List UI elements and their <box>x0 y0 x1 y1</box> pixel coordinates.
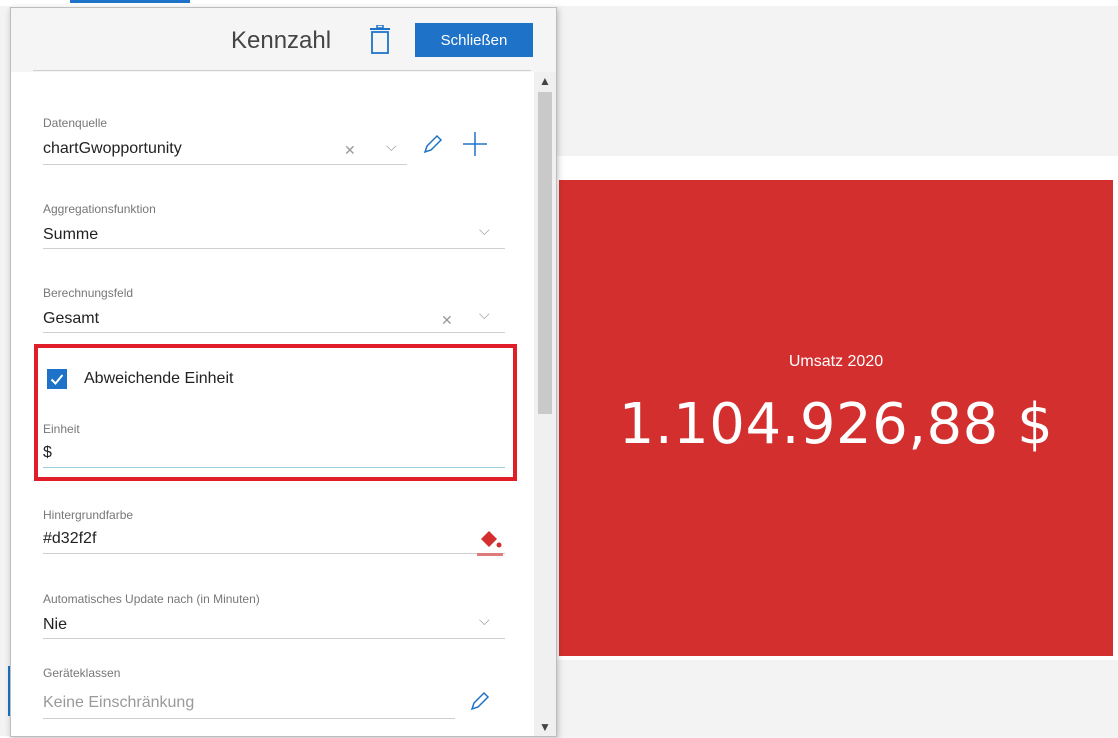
chevron-down-icon[interactable]: ⌵ <box>479 306 490 323</box>
color-swatch-line <box>477 553 503 556</box>
chevron-down-icon[interactable]: ⌵ <box>479 222 490 239</box>
background-area <box>556 660 1118 738</box>
clear-icon[interactable]: ✕ <box>344 142 356 159</box>
hintergrund-value[interactable]: #d32f2f <box>43 530 96 548</box>
aggregation-field[interactable]: Aggregationsfunktion Summe ⌵ <box>43 202 505 249</box>
kpi-value: 1.104.926,88 $ <box>618 392 1054 457</box>
pencil-icon[interactable] <box>469 690 491 712</box>
berechnung-value[interactable]: Gesamt <box>43 310 99 328</box>
scroll-up-icon[interactable]: ▲ <box>539 74 551 88</box>
berechnung-label: Berechnungsfeld <box>43 286 134 300</box>
background-area <box>556 6 1118 156</box>
berechnung-underline <box>43 332 505 333</box>
paint-bucket-icon[interactable] <box>477 527 503 551</box>
abweichende-einheit-label: Abweichende Einheit <box>84 370 234 387</box>
scrollbar[interactable]: ▲ ▼ <box>534 72 556 736</box>
scroll-thumb[interactable] <box>538 92 552 414</box>
einheit-value[interactable]: $ <box>43 444 52 462</box>
pencil-icon[interactable] <box>422 133 444 155</box>
update-underline <box>43 638 505 639</box>
datenquelle-field[interactable]: Datenquelle chartGwopportunity ✕ ⌵ <box>43 116 407 165</box>
aggregation-label: Aggregationsfunktion <box>43 202 156 216</box>
chevron-down-icon[interactable]: ⌵ <box>386 138 397 155</box>
geraete-label: Geräteklassen <box>43 666 121 680</box>
plus-icon[interactable] <box>461 130 489 158</box>
hintergrund-underline <box>43 553 505 554</box>
highlight-box <box>34 344 517 481</box>
kpi-settings-panel: Kennzahl Schließen Datenquelle chartGwop… <box>10 7 557 737</box>
header-divider <box>33 70 531 71</box>
einheit-field[interactable]: Einheit $ <box>43 422 505 468</box>
einheit-underline <box>43 467 505 468</box>
panel-title: Kennzahl <box>231 27 332 54</box>
update-value[interactable]: Nie <box>43 616 67 634</box>
einheit-label: Einheit <box>43 422 80 436</box>
hintergrund-label: Hintergrundfarbe <box>43 508 134 522</box>
update-label: Automatisches Update nach (in Minuten) <box>43 592 260 606</box>
chevron-down-icon[interactable]: ⌵ <box>479 612 490 629</box>
geraete-underline <box>43 718 455 719</box>
datenquelle-underline <box>43 164 407 165</box>
aggregation-underline <box>43 248 505 249</box>
kpi-tile[interactable]: Umsatz 2020 1.104.926,88 $ <box>559 180 1113 656</box>
check-icon <box>50 374 64 385</box>
clear-icon[interactable]: ✕ <box>441 312 453 329</box>
geraete-placeholder[interactable]: Keine Einschränkung <box>43 694 194 712</box>
kpi-subtitle: Umsatz 2020 <box>788 353 884 370</box>
panel-header: Kennzahl Schließen <box>11 8 556 72</box>
geraete-field[interactable]: Geräteklassen Keine Einschränkung <box>43 666 455 719</box>
berechnung-field[interactable]: Berechnungsfeld Gesamt ✕ ⌵ <box>43 286 505 333</box>
datenquelle-label: Datenquelle <box>43 116 108 130</box>
aggregation-value[interactable]: Summe <box>43 226 98 244</box>
datenquelle-value[interactable]: chartGwopportunity <box>43 140 182 158</box>
hintergrund-field[interactable]: Hintergrundfarbe #d32f2f <box>43 508 505 554</box>
trash-icon[interactable] <box>369 25 391 55</box>
abweichende-einheit-checkbox[interactable] <box>47 369 67 389</box>
scroll-down-icon[interactable]: ▼ <box>539 720 551 734</box>
update-field[interactable]: Automatisches Update nach (in Minuten) N… <box>43 592 505 639</box>
tab-indicator <box>70 0 190 3</box>
close-button[interactable]: Schließen <box>415 23 533 57</box>
